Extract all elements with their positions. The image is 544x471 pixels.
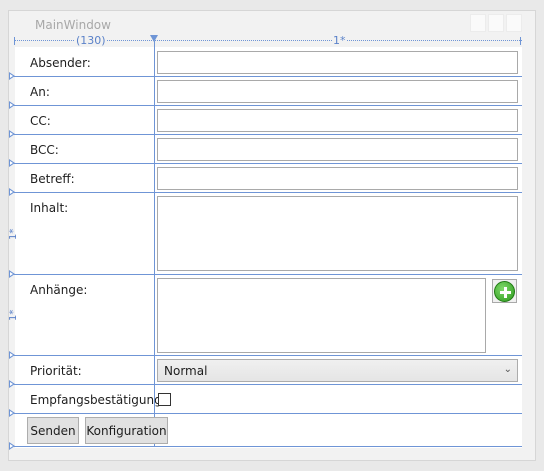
sender-input[interactable]	[157, 51, 518, 74]
chevron-down-icon: ⌄	[503, 364, 512, 375]
receipt-checkbox[interactable]	[158, 393, 171, 406]
attachments-list[interactable]	[157, 278, 486, 353]
maximize-button[interactable]	[488, 14, 504, 32]
window-title: MainWindow	[35, 18, 111, 32]
bcc-input[interactable]	[157, 138, 518, 161]
row-splitter-marker[interactable]	[9, 270, 15, 278]
label-subject: Betreff:	[30, 172, 75, 186]
row-height-label-2: 1*	[8, 309, 19, 321]
row-line	[14, 274, 522, 275]
row-line	[14, 413, 522, 414]
row-splitter-marker[interactable]	[9, 130, 15, 138]
close-button[interactable]	[506, 14, 522, 32]
label-to: An:	[30, 85, 50, 99]
subject-input[interactable]	[157, 167, 518, 190]
label-sender: Absender:	[30, 56, 91, 70]
column-divider	[154, 41, 155, 446]
row-splitter-marker[interactable]	[9, 351, 15, 359]
row-line	[14, 163, 522, 164]
ruler-tick-right	[520, 37, 521, 45]
row-splitter-marker[interactable]	[9, 409, 15, 417]
row-splitter-marker[interactable]	[9, 72, 15, 80]
row-splitter-marker[interactable]	[9, 380, 15, 388]
priority-selected-value: Normal	[164, 364, 208, 378]
ruler-tick-left	[14, 37, 15, 45]
content-textarea[interactable]	[157, 196, 518, 271]
label-content: Inhalt:	[30, 201, 69, 215]
configuration-button[interactable]: Konfiguration	[85, 417, 168, 444]
column-width-label-1: (130)	[75, 34, 107, 47]
row-line	[14, 134, 522, 135]
row-splitter-marker[interactable]	[9, 188, 15, 196]
row-line	[14, 384, 522, 385]
row-height-label-1: 1*	[8, 228, 19, 240]
row-splitter-marker[interactable]	[9, 159, 15, 167]
row-splitter-marker[interactable]	[9, 442, 15, 450]
label-priority: Priorität:	[30, 364, 82, 378]
add-attachment-button[interactable]	[492, 279, 517, 303]
cc-input[interactable]	[157, 109, 518, 132]
priority-select[interactable]: Normal ⌄	[157, 359, 518, 382]
row-line	[14, 192, 522, 193]
label-receipt: Empfangsbestätigung:	[30, 393, 166, 407]
label-cc: CC:	[30, 114, 51, 128]
row-line	[14, 105, 522, 106]
label-bcc: BCC:	[30, 143, 59, 157]
row-line	[14, 76, 522, 77]
minimize-button[interactable]	[470, 14, 486, 32]
send-button[interactable]: Senden	[27, 417, 79, 444]
column-width-label-2: 1*	[332, 34, 347, 47]
plus-circle-icon	[494, 281, 515, 302]
label-attachments: Anhänge:	[30, 283, 88, 297]
row-splitter-marker[interactable]	[9, 101, 15, 109]
row-line	[14, 446, 522, 447]
to-input[interactable]	[157, 80, 518, 103]
row-line	[14, 355, 522, 356]
